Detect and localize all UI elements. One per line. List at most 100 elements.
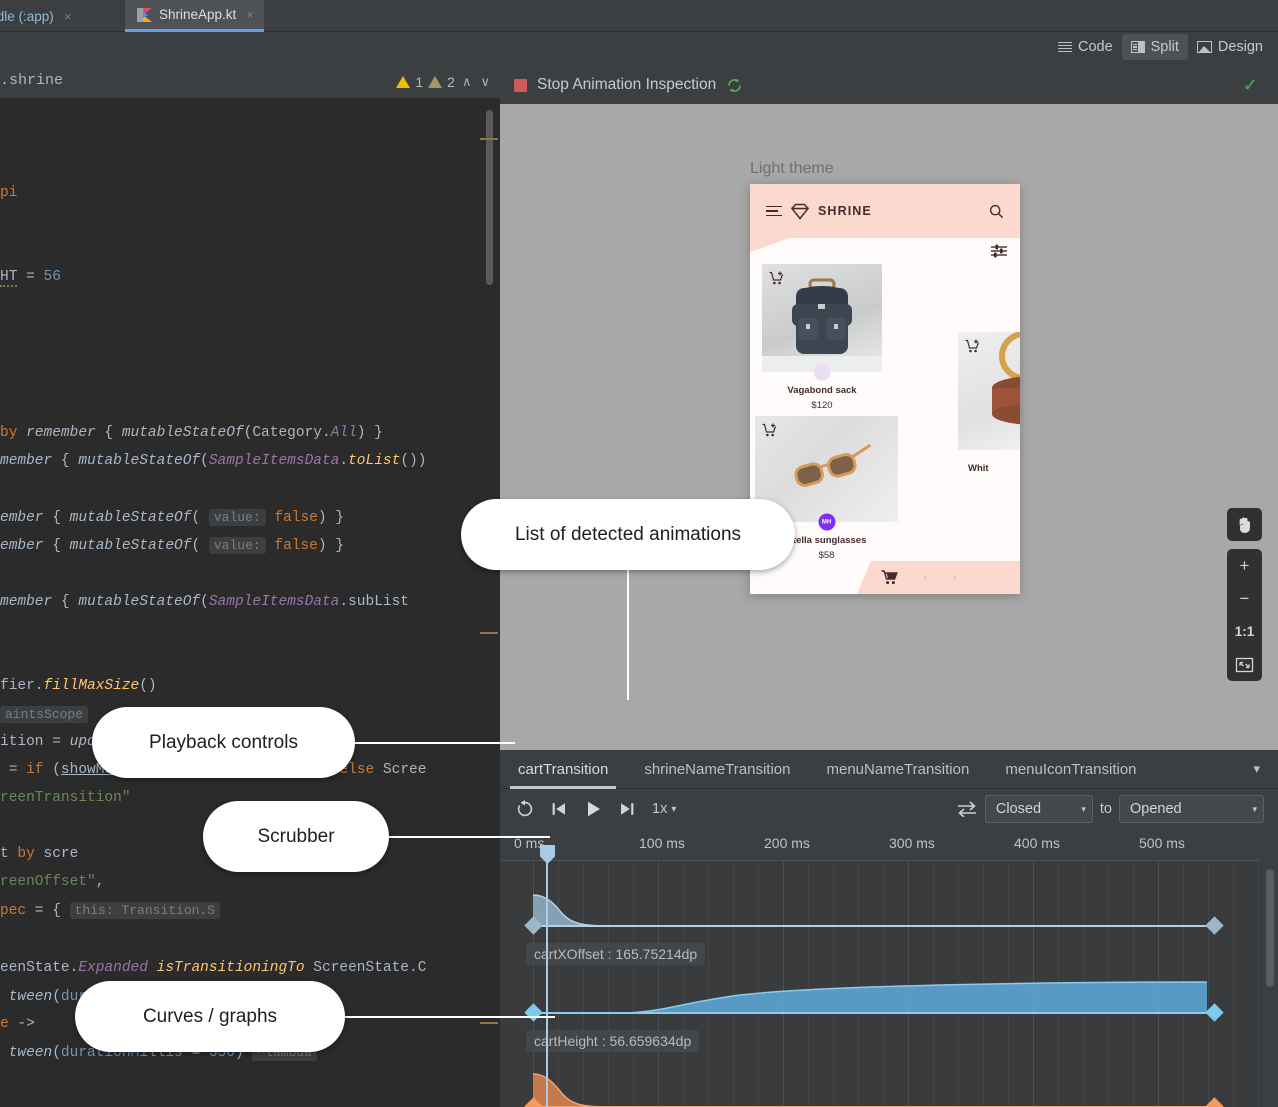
mode-button-split[interactable]: Split	[1122, 34, 1188, 60]
pan-group	[1227, 508, 1262, 541]
animation-tab-menuicontransition[interactable]: menuIconTransition	[987, 750, 1154, 789]
file-tab-gradle[interactable]: d.gradle (:app) ×	[0, 0, 81, 32]
leader-line-playback	[350, 742, 515, 744]
code-icon	[1058, 42, 1072, 53]
to-state-dropdown[interactable]: Opened ▾	[1119, 795, 1264, 823]
animation-timeline[interactable]: 0 ms100 ms200 ms300 ms400 ms500 ms cartX…	[500, 829, 1278, 1107]
mode-button-label: Code	[1078, 39, 1113, 55]
mode-button-code[interactable]: Code	[1049, 34, 1122, 60]
hamburger-menu-icon[interactable]	[766, 206, 782, 217]
code-line: reenOffset",	[0, 873, 104, 892]
to-label: to	[1093, 801, 1119, 817]
callout-playback-controls: Playback controls	[92, 707, 355, 778]
zoom-actual-icon[interactable]: 1:1	[1227, 615, 1262, 648]
design-icon	[1197, 41, 1212, 53]
timeline-scrollbar[interactable]	[1266, 869, 1274, 987]
search-icon[interactable]	[989, 204, 1004, 219]
loop-replay-icon[interactable]	[508, 794, 542, 824]
chevron-down-icon: ▾	[1081, 804, 1086, 815]
product-image	[958, 332, 1020, 450]
skip-to-end-icon[interactable]	[610, 794, 644, 824]
editor-mode-switch: Code Split Design	[1049, 34, 1272, 60]
curve-row-cartheight[interactable]: cartHeight : 56.659634dp	[500, 963, 1260, 1053]
playback-speed-value: 1x	[652, 801, 667, 817]
app-top-bar: SHRINE	[750, 184, 1020, 238]
editor-scrollbar[interactable]	[486, 110, 493, 285]
code-editor[interactable]: piHT = 56by remember { mutableStateOf(Ca…	[0, 98, 500, 1107]
from-state-value: Closed	[996, 801, 1081, 817]
code-line: pi	[0, 184, 17, 203]
product-card[interactable]: Whit	[958, 332, 1020, 474]
inspection-widget: 1 2 ∧ ∨	[396, 66, 492, 98]
split-icon	[1131, 41, 1145, 53]
next-problem-icon[interactable]: ∨	[478, 74, 492, 90]
cart-placeholder-dot	[953, 576, 956, 579]
mode-button-label: Design	[1218, 39, 1263, 55]
zoom-group: + − 1:1	[1227, 549, 1262, 681]
kotlin-file-icon	[137, 7, 152, 23]
mode-button-design[interactable]: Design	[1188, 34, 1272, 60]
close-icon[interactable]: ×	[64, 9, 72, 24]
playback-controls: 1x ▾ Closed ▾ to Opened ▾	[500, 789, 1278, 829]
playback-speed-dropdown[interactable]: 1x ▾	[644, 801, 684, 817]
product-card[interactable]: Vagabond sack $120	[762, 264, 882, 411]
timeline-ruler[interactable]: 0 ms100 ms200 ms300 ms400 ms500 ms	[500, 829, 1260, 861]
checkmark-icon: ✓	[1243, 76, 1258, 94]
error-triangle-icon	[396, 76, 410, 88]
animation-tab-menunametransition[interactable]: menuNameTransition	[808, 750, 987, 789]
product-name: Vagabond sack	[762, 385, 882, 396]
chevron-down-icon[interactable]: ▾	[1235, 761, 1278, 777]
skip-to-start-icon[interactable]	[542, 794, 576, 824]
curve-value-label: cartXOffset : 165.75214dp	[526, 943, 705, 965]
chevron-down-icon: ▾	[1252, 804, 1257, 815]
zoom-fit-icon[interactable]	[1227, 648, 1262, 681]
code-line: eenState.Expanded isTransitioningTo Scre…	[0, 959, 426, 978]
pan-hand-icon[interactable]	[1227, 508, 1262, 541]
cart-bottom-sheet[interactable]	[857, 561, 1020, 594]
timeline-tick-label: 100 ms	[639, 835, 685, 851]
animation-tab-shrinenametransition[interactable]: shrineNameTransition	[626, 750, 808, 789]
badge-text: MH	[822, 519, 831, 525]
callout-text: Playback controls	[149, 732, 298, 754]
tune-filter-icon[interactable]	[991, 244, 1007, 258]
zoom-out-icon[interactable]: −	[1227, 582, 1262, 615]
code-line: fier.fillMaxSize()	[0, 677, 157, 696]
close-icon[interactable]: ×	[246, 7, 254, 22]
file-tab-label: d.gradle (:app)	[0, 9, 54, 24]
compose-preview-surface[interactable]: Light theme SHRINE	[500, 104, 1278, 750]
leader-line-scrubber	[385, 836, 550, 838]
breadcrumb[interactable]: .shrine	[0, 72, 63, 89]
curve-row-cartcornersize[interactable]: cartCornerSize : 23.678877dp	[500, 1061, 1260, 1107]
timeline-curves-area[interactable]: cartXOffset : 165.75214dp cartHeight : 5…	[500, 861, 1260, 1107]
code-line: pec = { this: Transition.S	[0, 901, 220, 921]
leader-line-animations	[627, 553, 629, 700]
refresh-icon[interactable]	[726, 77, 743, 94]
code-line: member { mutableStateOf(SampleItemsData.…	[0, 452, 426, 471]
zoom-in-icon[interactable]: +	[1227, 549, 1262, 582]
play-icon[interactable]	[576, 794, 610, 824]
app-title: SHRINE	[818, 204, 872, 218]
diamond-logo-icon	[791, 203, 809, 220]
stop-square-icon[interactable]	[514, 79, 527, 92]
scrubber-line[interactable]	[546, 845, 548, 1107]
shopping-cart-icon[interactable]	[881, 570, 898, 585]
from-state-dropdown[interactable]: Closed ▾	[985, 795, 1093, 823]
animation-tab-label: shrineNameTransition	[644, 761, 790, 778]
editor-marker	[480, 1022, 498, 1024]
code-line: by remember { mutableStateOf(Category.Al…	[0, 424, 383, 443]
curve-value-label: cartHeight : 56.659634dp	[526, 1030, 699, 1052]
curve-row-cartxoffset[interactable]: cartXOffset : 165.75214dp	[500, 871, 1260, 961]
product-name: Whit	[958, 463, 1020, 474]
swap-states-icon[interactable]	[957, 801, 977, 817]
prev-problem-icon[interactable]: ∧	[460, 74, 474, 90]
editor-marker	[480, 632, 498, 634]
animation-tab-label: menuNameTransition	[826, 761, 969, 778]
stop-animation-inspection-button[interactable]: Stop Animation Inspection	[537, 76, 716, 94]
callout-text: List of detected animations	[515, 524, 741, 546]
chevron-down-icon: ▾	[671, 804, 676, 815]
callout-text: Curves / graphs	[143, 1006, 277, 1028]
file-tab-shrineapp[interactable]: ShrineApp.kt ×	[125, 0, 264, 32]
timeline-tick-label: 400 ms	[1014, 835, 1060, 851]
animation-tab-carttransition[interactable]: cartTransition	[500, 750, 626, 789]
preview-zoom-controls: + − 1:1	[1227, 508, 1262, 689]
